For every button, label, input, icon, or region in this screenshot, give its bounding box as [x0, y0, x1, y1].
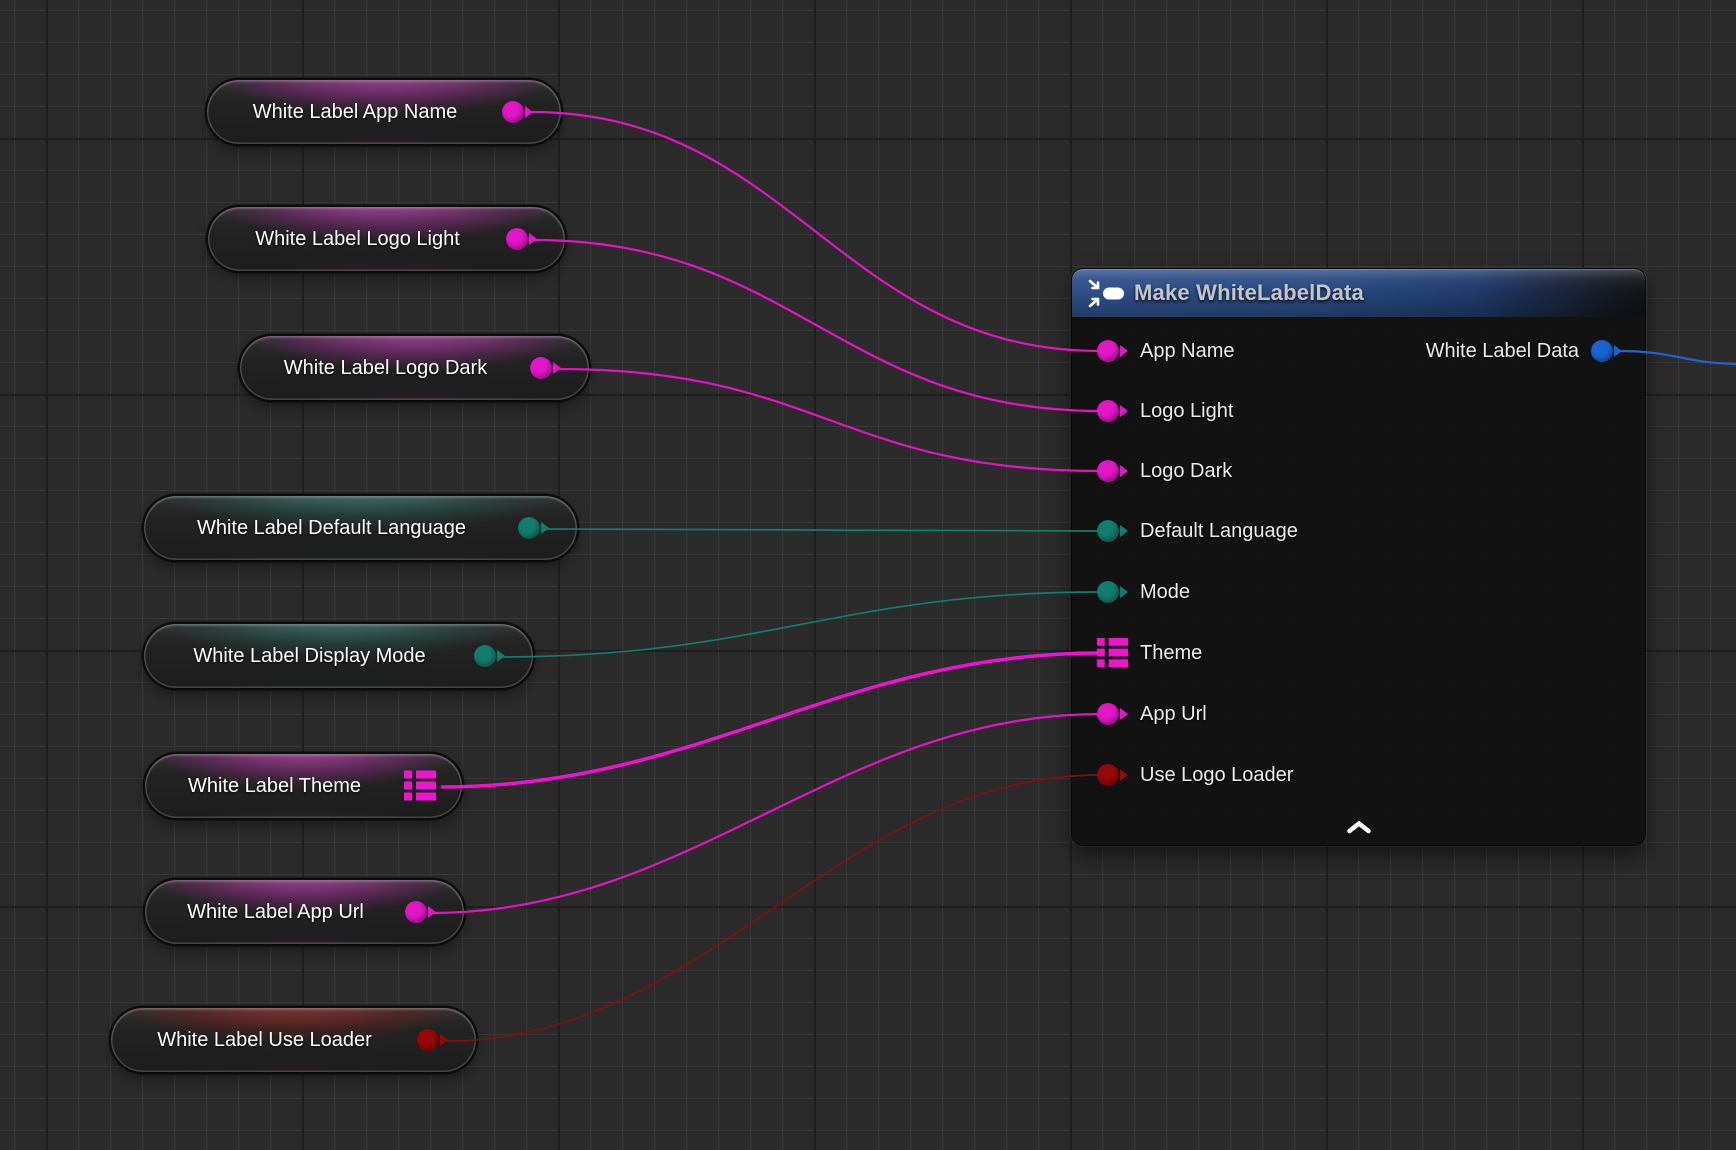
- make-whitelabeldata-node[interactable]: Make WhiteLabelData App Name Logo Light …: [1072, 269, 1645, 845]
- variable-node-white-label-display-mode[interactable]: White Label Display Mode: [144, 624, 533, 688]
- wire-white-label-use-loader-to-use-logo-loader[interactable]: [447, 775, 1100, 1041]
- wire-white-label-theme-to-theme[interactable]: [441, 653, 1100, 787]
- pin-label: Use Logo Loader: [1140, 764, 1293, 787]
- pin-label: Mode: [1140, 581, 1190, 604]
- variable-node-white-label-logo-light[interactable]: White Label Logo Light: [208, 207, 565, 271]
- struct-output-pin[interactable]: [404, 771, 436, 802]
- wire-white-label-app-url-to-app-url[interactable]: [432, 714, 1100, 913]
- string-input-pin[interactable]: [1097, 400, 1128, 422]
- struct-output-pin[interactable]: [1591, 340, 1622, 362]
- string-output-pin[interactable]: [530, 357, 561, 379]
- string-output-pin[interactable]: [506, 228, 537, 250]
- pin-label: Logo Dark: [1140, 460, 1232, 483]
- wire-white-label-display-mode-to-mode[interactable]: [501, 592, 1100, 657]
- string-input-pin[interactable]: [1097, 340, 1128, 362]
- struct-grid-icon: [1097, 638, 1128, 668]
- pin-label: Theme: [1140, 642, 1202, 665]
- pin-row-theme: Theme: [1097, 636, 1202, 670]
- string-output-pin[interactable]: [502, 101, 533, 123]
- collapse-button[interactable]: [1346, 820, 1372, 834]
- string-input-pin[interactable]: [1097, 460, 1128, 482]
- enum-input-pin[interactable]: [1097, 581, 1128, 603]
- boolean-output-pin[interactable]: [417, 1029, 448, 1051]
- enum-output-pin[interactable]: [474, 645, 505, 667]
- pin-label: App Name: [1140, 340, 1235, 363]
- pin-row-app-name: App Name: [1097, 334, 1235, 368]
- pin-row-logo-light: Logo Light: [1097, 394, 1233, 428]
- variable-label: White Label Theme: [145, 775, 404, 798]
- pin-label: App Url: [1140, 703, 1207, 726]
- string-input-pin[interactable]: [1097, 703, 1128, 725]
- node-title: Make WhiteLabelData: [1134, 280, 1364, 306]
- wire-white-label-app-name-to-app-name[interactable]: [531, 112, 1100, 351]
- pin-row-app-url: App Url: [1097, 697, 1207, 731]
- pin-row-logo-dark: Logo Dark: [1097, 454, 1232, 488]
- pin-row-use-logo-loader: Use Logo Loader: [1097, 758, 1293, 792]
- variable-node-white-label-logo-dark[interactable]: White Label Logo Dark: [240, 336, 589, 400]
- variable-node-white-label-use-loader[interactable]: White Label Use Loader: [111, 1008, 476, 1072]
- string-output-pin[interactable]: [405, 901, 436, 923]
- chevron-up-icon: [1346, 820, 1372, 834]
- variable-label: White Label Use Loader: [111, 1029, 418, 1052]
- variable-label: White Label App Url: [145, 901, 406, 924]
- wire-white-label-default-language-to-default-language[interactable]: [545, 529, 1100, 531]
- wire-white-label-logo-light-to-logo-light[interactable]: [534, 240, 1100, 411]
- boolean-input-pin[interactable]: [1097, 764, 1128, 786]
- pin-row-mode: Mode: [1097, 575, 1190, 609]
- pin-row-white-label-data: White Label Data: [1426, 334, 1622, 368]
- pin-row-default-language: Default Language: [1097, 514, 1298, 548]
- variable-label: White Label Logo Dark: [240, 357, 531, 380]
- variable-node-white-label-app-url[interactable]: White Label App Url: [145, 880, 464, 944]
- wire-white-label-logo-dark-to-logo-dark[interactable]: [559, 369, 1100, 471]
- make-struct-icon: [1088, 279, 1125, 308]
- struct-grid-icon: [404, 771, 436, 802]
- node-header[interactable]: Make WhiteLabelData: [1072, 269, 1645, 317]
- struct-input-pin[interactable]: [1097, 638, 1128, 668]
- pin-label: White Label Data: [1426, 340, 1579, 363]
- variable-node-white-label-default-language[interactable]: White Label Default Language: [144, 496, 577, 560]
- variable-label: White Label Logo Light: [208, 228, 507, 251]
- pin-label: Default Language: [1140, 520, 1298, 543]
- enum-output-pin[interactable]: [518, 517, 549, 539]
- enum-input-pin[interactable]: [1097, 520, 1128, 542]
- blueprint-canvas[interactable]: White Label App Name White Label Logo Li…: [0, 0, 1736, 1150]
- variable-node-white-label-theme[interactable]: White Label Theme: [145, 754, 462, 818]
- variable-label: White Label Default Language: [144, 517, 519, 540]
- variable-label: White Label Display Mode: [144, 645, 475, 668]
- variable-node-white-label-app-name[interactable]: White Label App Name: [207, 80, 561, 144]
- variable-label: White Label App Name: [207, 101, 503, 124]
- pin-label: Logo Light: [1140, 400, 1233, 423]
